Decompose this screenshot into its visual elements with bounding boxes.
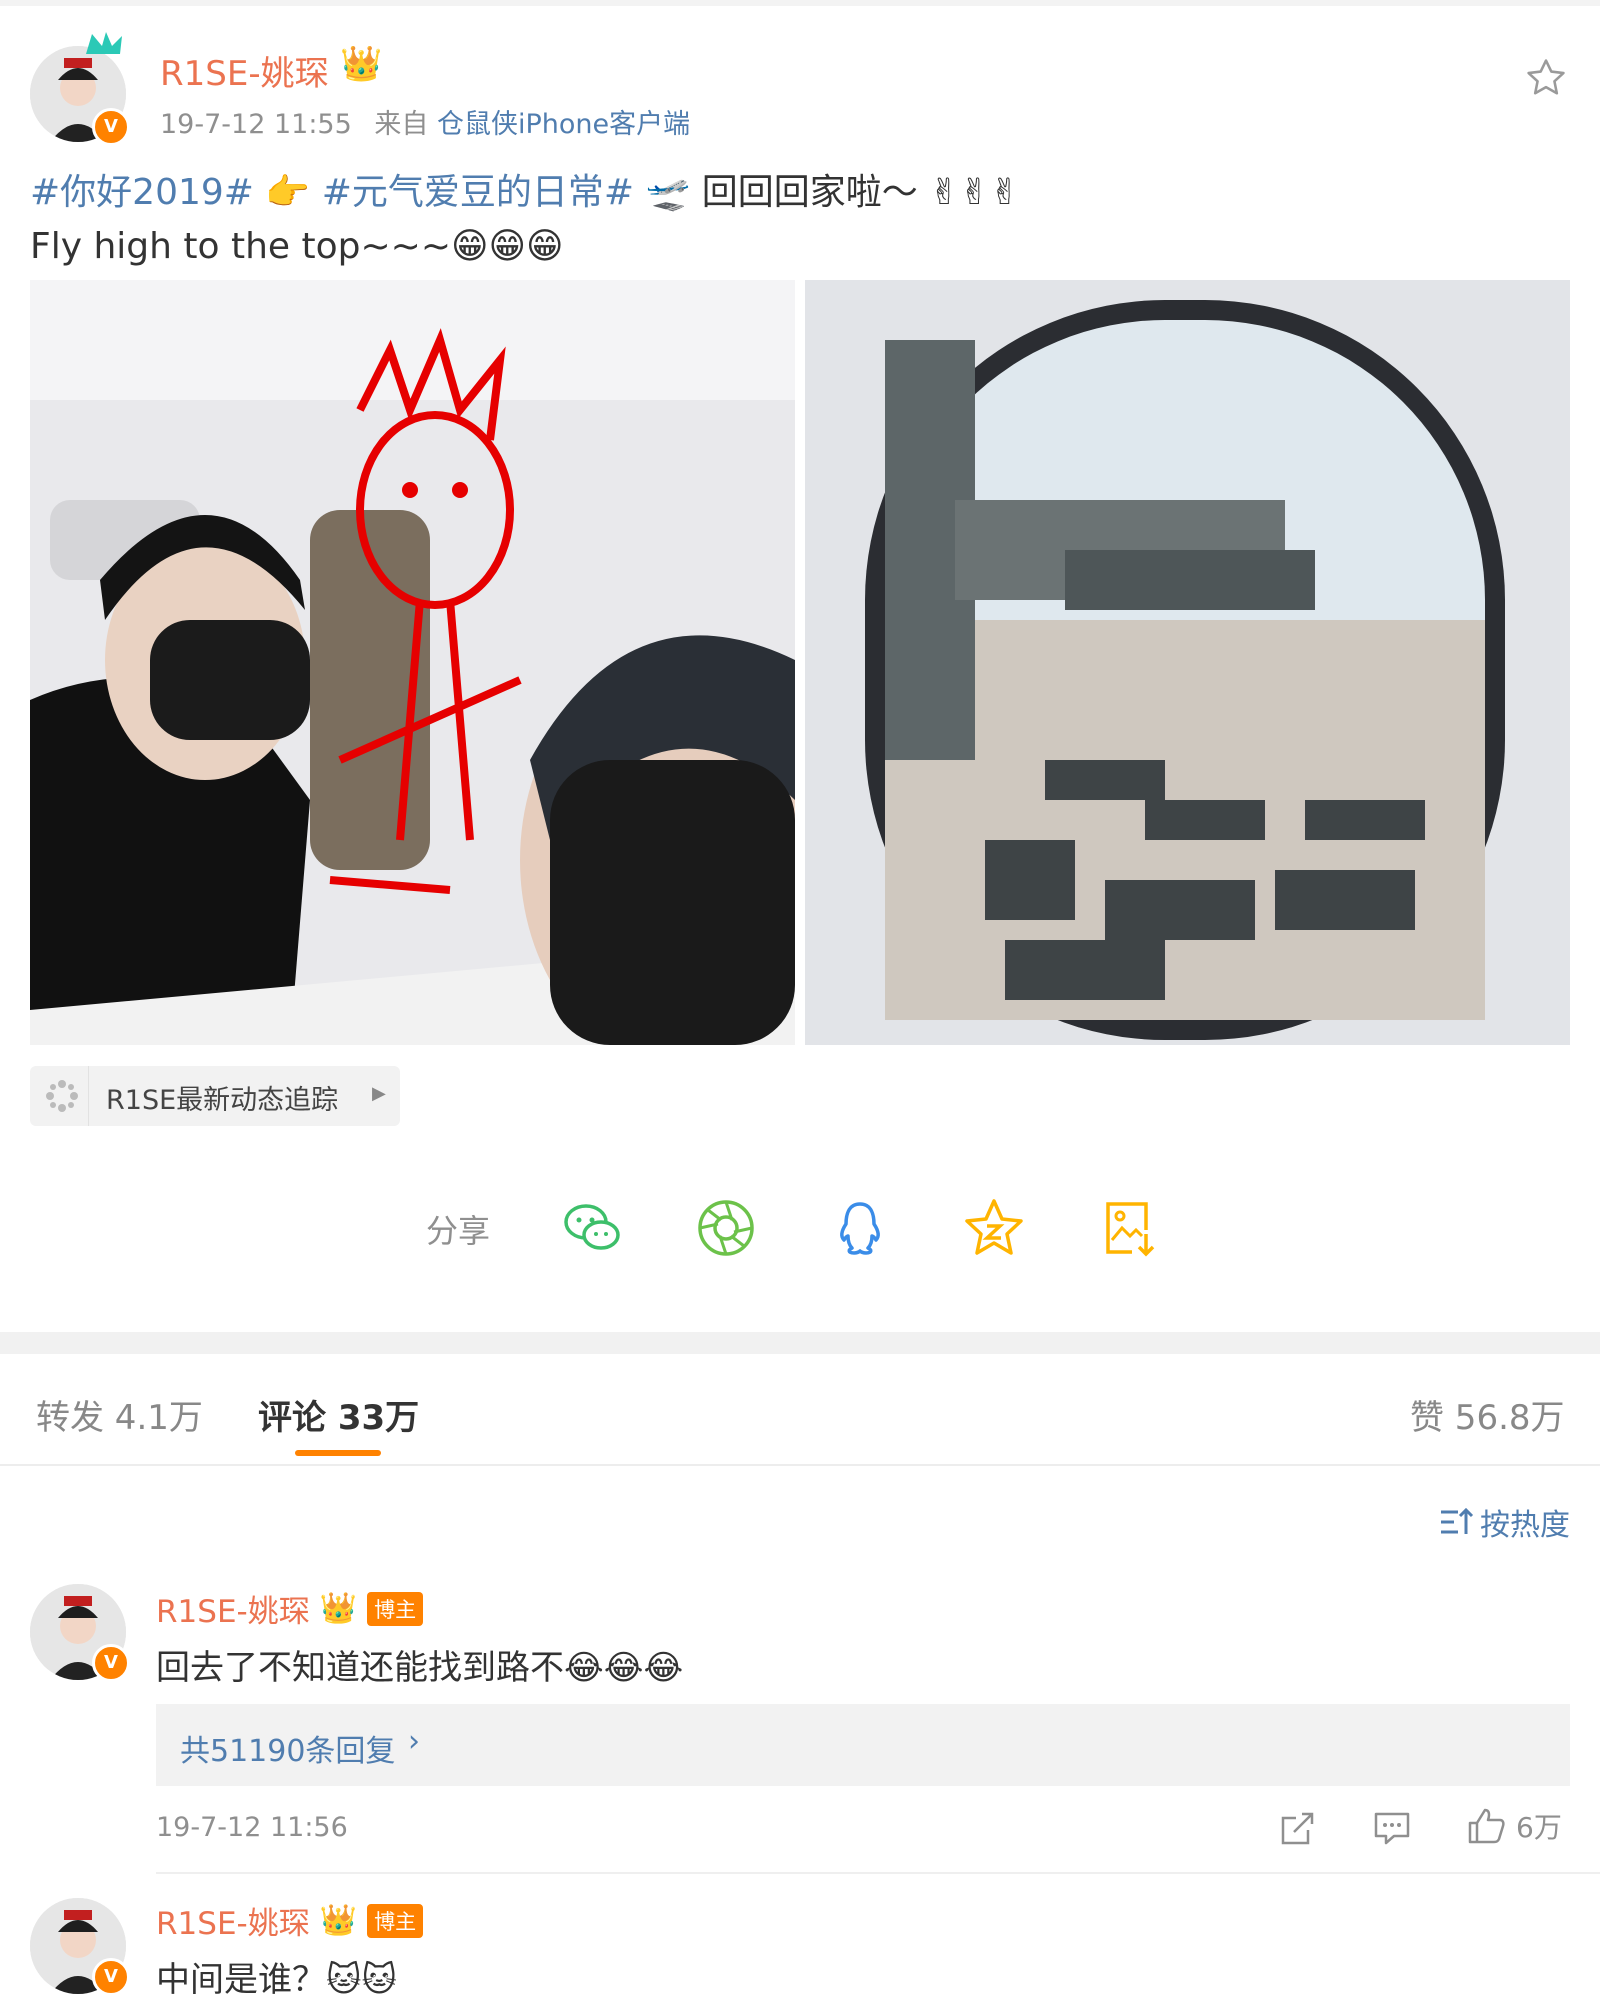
topic-card-link[interactable]: R1SE最新动态追踪 ▶	[30, 1066, 400, 1126]
post-meta: 19-7-12 11:55 来自 仓鼠侠iPhone客户端	[160, 102, 690, 141]
star-outline-icon[interactable]	[1524, 56, 1568, 100]
comment-body: 回去了不知道还能找到路不	[156, 1648, 564, 1688]
like-count: 6万	[1516, 1811, 1562, 1844]
vip-crown-icon: 👑	[340, 44, 383, 84]
like-button[interactable]: 6万	[1466, 1806, 1562, 1846]
comment-emojis: 😂😂😂	[564, 1648, 684, 1688]
airplane-emoji-icon: 🛫	[645, 172, 691, 213]
post-text: 回回回家啦～	[701, 172, 918, 213]
triangle-right-icon: ▶	[372, 1083, 386, 1104]
vip-crown-icon: 👑	[319, 1591, 358, 1626]
share-label: 分享	[426, 1212, 491, 1250]
chevron-right-icon: ›	[408, 1724, 420, 1759]
comment-time: 19-7-12 11:56	[156, 1812, 348, 1843]
post-photo-selfie[interactable]	[30, 280, 795, 1045]
sort-toggle[interactable]: 按热度	[1438, 1500, 1570, 1544]
comment-author[interactable]: R1SE-姚琛	[156, 1898, 310, 1943]
reply-summary-box[interactable]: 共51190条回复 ›	[156, 1704, 1570, 1786]
victory-emojis: ✌✌✌	[929, 172, 1020, 213]
post-source-link[interactable]: 仓鼠侠iPhone客户端	[437, 109, 690, 140]
hand-emoji-icon: 👉	[265, 172, 311, 213]
topic-link[interactable]: #你好2019#	[30, 172, 254, 213]
top-divider	[0, 0, 1600, 6]
like-icon	[1466, 1806, 1506, 1846]
comment-emojis: 🐱🐱	[326, 1960, 397, 2000]
post-text-line-1: #你好2019# 👉 #元气爱豆的日常# 🛫 回回回家啦～ ✌✌✌	[30, 166, 1020, 220]
post-author-name[interactable]: R1SE-姚琛	[160, 46, 329, 95]
tab-comments[interactable]: 评论 33万	[258, 1390, 419, 1439]
tabs-bottom-border	[0, 1464, 1600, 1466]
sort-label: 按热度	[1480, 1508, 1570, 1543]
topic-card-label: R1SE最新动态追踪	[106, 1085, 339, 1116]
comment-text: 中间是谁？🐱🐱	[156, 1952, 397, 2001]
post-text: Fly high to the top~~~	[30, 226, 451, 267]
verified-badge-icon: V	[92, 108, 130, 146]
comment-divider	[156, 1872, 1600, 1874]
comment-author[interactable]: R1SE-姚琛	[156, 1586, 310, 1631]
section-divider	[0, 1332, 1600, 1354]
qq-icon[interactable]	[828, 1196, 892, 1260]
comment-icon[interactable]	[1372, 1808, 1412, 1848]
post-photo-window[interactable]	[805, 280, 1570, 1045]
comment-body: 中间是谁？	[156, 1960, 326, 2000]
comment-text: 回去了不知道还能找到路不😂😂😂	[156, 1640, 683, 1689]
source-prefix: 来自	[374, 109, 429, 140]
sort-icon	[1438, 1504, 1474, 1540]
post-timestamp: 19-7-12 11:55	[160, 109, 352, 140]
author-badge: 博主	[367, 1591, 424, 1626]
verified-badge-icon: V	[92, 1644, 130, 1682]
verified-badge-icon: V	[92, 1958, 130, 1996]
grin-emojis: 😁😁😁	[450, 226, 564, 267]
dots-icon	[42, 1076, 82, 1123]
post-text-line-2: Fly high to the top~~~😁😁😁	[30, 220, 564, 274]
wechat-icon[interactable]	[560, 1196, 624, 1260]
moments-icon[interactable]	[694, 1196, 758, 1260]
comment-header: R1SE-姚琛 👑 博主	[156, 1898, 424, 1943]
avatar-crown-sticker	[84, 30, 124, 56]
tab-repost[interactable]: 转发 4.1万	[36, 1390, 203, 1439]
topic-link[interactable]: #元气爱豆的日常#	[322, 172, 634, 213]
qzone-icon[interactable]	[962, 1196, 1026, 1260]
comment-header: R1SE-姚琛 👑 博主	[156, 1586, 424, 1631]
active-tab-indicator	[295, 1450, 381, 1456]
share-icon[interactable]	[1278, 1808, 1318, 1848]
vip-crown-icon: 👑	[319, 1903, 358, 1938]
author-badge: 博主	[367, 1903, 424, 1938]
tab-likes[interactable]: 赞 56.8万	[1410, 1390, 1565, 1439]
save-image-icon[interactable]	[1098, 1196, 1162, 1260]
reply-count-link[interactable]: 共51190条回复	[180, 1726, 395, 1770]
